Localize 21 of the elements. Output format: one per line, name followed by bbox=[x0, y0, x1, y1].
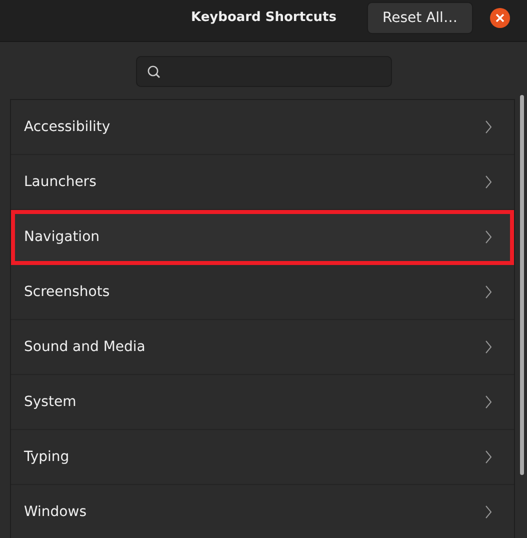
category-row[interactable]: Typing bbox=[11, 430, 514, 485]
chevron-right-icon bbox=[485, 175, 492, 189]
search-icon bbox=[146, 64, 160, 78]
chevron-right-icon bbox=[485, 340, 492, 354]
reset-all-button[interactable]: Reset All… bbox=[367, 2, 473, 34]
category-row[interactable]: Windows bbox=[11, 485, 514, 538]
search-field[interactable] bbox=[136, 56, 392, 87]
category-row[interactable]: Accessibility bbox=[11, 100, 514, 155]
window-title: Keyboard Shortcuts bbox=[191, 10, 336, 25]
chevron-right-icon bbox=[485, 285, 492, 299]
category-row[interactable]: Navigation bbox=[11, 210, 514, 265]
category-row[interactable]: Sound and Media bbox=[11, 320, 514, 375]
close-icon[interactable] bbox=[490, 8, 510, 28]
category-row[interactable]: Screenshots bbox=[11, 265, 514, 320]
chevron-right-icon bbox=[485, 395, 492, 409]
category-row[interactable]: System bbox=[11, 375, 514, 430]
chevron-right-icon bbox=[485, 505, 492, 519]
scrollbar[interactable] bbox=[520, 95, 524, 475]
chevron-right-icon bbox=[485, 450, 492, 464]
chevron-right-icon bbox=[485, 230, 492, 244]
chevron-right-icon bbox=[485, 120, 492, 134]
